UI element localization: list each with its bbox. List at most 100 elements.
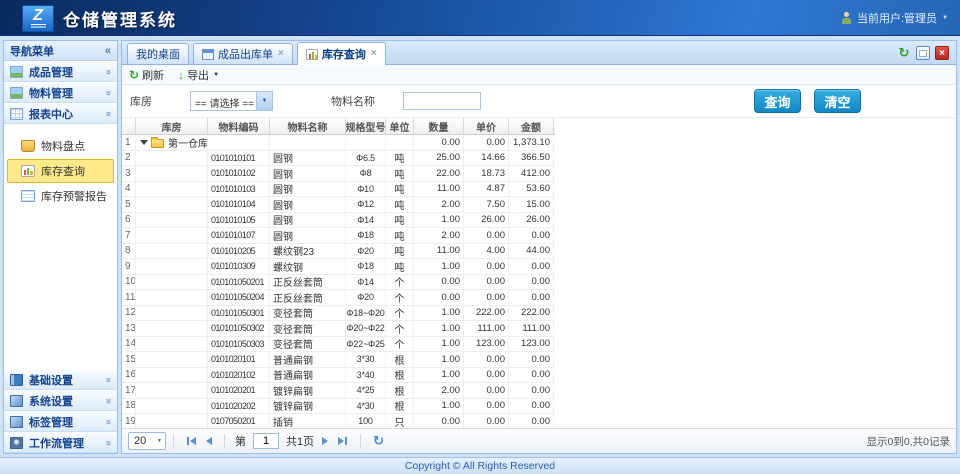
column-header-spec[interactable]: 规格型号 <box>346 118 386 134</box>
table-row[interactable]: 40101010103圆钢Φ10吨11.004.8753.60 <box>122 182 555 198</box>
column-header-warehouse[interactable]: 库房 <box>136 118 208 134</box>
refresh-panel-icon[interactable]: ↻ <box>897 46 911 60</box>
table-row[interactable]: 160101020102普通扁钢3*40根1.000.000.00 <box>122 368 555 384</box>
cell-amount: 222.00 <box>509 306 554 321</box>
table-row[interactable]: 150101020101普通扁钢3*30根1.000.000.00 <box>122 352 555 368</box>
page-body: 导航菜单 « 成品管理 » 物料管理 » 报表中心 « 物 <box>0 36 960 457</box>
sidebar-section-label-mgmt[interactable]: 标签管理 » <box>4 411 117 432</box>
next-page-button[interactable] <box>322 437 328 445</box>
sidebar-section-report-center[interactable]: 报表中心 « <box>4 103 117 124</box>
table-row[interactable]: 10010101050201正反丝套筒Φ14个0.000.000.00 <box>122 275 555 291</box>
collapse-sidebar-icon[interactable]: « <box>105 46 111 56</box>
cell-code: 0101010107 <box>208 228 270 243</box>
tab-product-outbound[interactable]: 成品出库单 × <box>193 43 293 64</box>
table-row[interactable]: 180101020202镀锌扁钢4*30根1.000.000.00 <box>122 399 555 415</box>
table-row[interactable]: 90101010309螺纹钢Φ18吨1.000.000.00 <box>122 259 555 275</box>
sidebar-section-product-mgmt[interactable]: 成品管理 » <box>4 61 117 82</box>
table-row[interactable]: 170101020201镀锌扁钢4*25根2.000.000.00 <box>122 383 555 399</box>
window-controls: ↻ × <box>897 46 949 60</box>
refresh-button[interactable]: ↻ 刷新 <box>129 67 164 83</box>
cell-unit: 根 <box>386 352 414 367</box>
column-header-material-code[interactable]: 物料编码 <box>208 118 270 134</box>
page-number-input[interactable] <box>253 433 279 449</box>
maximize-icon[interactable] <box>916 46 930 60</box>
sidebar-section-workflow-mgmt[interactable]: 工作流管理 » <box>4 432 117 453</box>
cell-num: 3 <box>122 166 136 181</box>
clear-button[interactable]: 清空 <box>814 89 861 113</box>
cell-code: 0101020201 <box>208 383 270 398</box>
section-label: 工作流管理 <box>29 435 84 451</box>
table-row[interactable]: 11010101050204正反丝套筒Φ20个0.000.000.00 <box>122 290 555 306</box>
cell-qty: 0.00 <box>414 135 464 150</box>
cell-unit: 吨 <box>386 166 414 181</box>
table-row[interactable]: 12010101050301变径套筒Φ18~Φ20个1.00222.00222.… <box>122 306 555 322</box>
column-header-material-name[interactable]: 物料名称 <box>270 118 346 134</box>
sidebar-item-inventory-query[interactable]: 库存查询 <box>7 159 114 183</box>
tree-expand-icon[interactable] <box>140 140 148 145</box>
pager-refresh-icon[interactable]: ↻ <box>373 433 384 449</box>
column-header-amount[interactable]: 金额 <box>509 118 554 134</box>
prev-page-button[interactable] <box>206 437 212 445</box>
tab-my-desktop[interactable]: 我的桌面 <box>127 43 189 64</box>
table-row[interactable]: 80101010205螺纹钢23Φ20吨11.004.0044.00 <box>122 244 555 260</box>
table-row[interactable]: 60101010105圆钢Φ14吨1.0026.0026.00 <box>122 213 555 229</box>
table-row[interactable]: 14010101050303变径套筒Φ22~Φ25个1.00123.00123.… <box>122 337 555 353</box>
current-user-menu[interactable]: 当前用户:管理员 ▼ <box>841 10 948 26</box>
cell-spec: Φ10 <box>346 182 386 197</box>
column-header-unit[interactable]: 单位 <box>386 118 414 134</box>
label-mgmt-icon <box>10 416 23 428</box>
cell-qty: 1.00 <box>414 337 464 352</box>
cell-price: 0.00 <box>464 290 509 305</box>
cell-qty: 0.00 <box>414 414 464 428</box>
select-dropdown-button[interactable]: ▼ <box>256 92 272 110</box>
column-header-quantity[interactable]: 数量 <box>414 118 464 134</box>
cell-spec: Φ18 <box>346 228 386 243</box>
cell-qty: 1.00 <box>414 259 464 274</box>
cell-price: 0.00 <box>464 135 509 150</box>
sidebar-item-inventory-alert-report[interactable]: 库存预警报告 <box>7 184 114 208</box>
cell-wh <box>136 197 208 212</box>
cell-unit: 吨 <box>386 259 414 274</box>
table-row[interactable]: 13010101050302变径套筒Φ20~Φ22个1.00111.00111.… <box>122 321 555 337</box>
table-row[interactable]: 50101010104圆钢Φ12吨2.007.5015.00 <box>122 197 555 213</box>
cell-price: 0.00 <box>464 383 509 398</box>
sidebar-section-material-mgmt[interactable]: 物料管理 » <box>4 82 117 103</box>
column-header-unit-price[interactable]: 单价 <box>464 118 509 134</box>
export-button[interactable]: ↓ 导出 ▼ <box>178 67 219 83</box>
divider <box>224 434 225 449</box>
caret-down-icon: ▼ <box>262 98 268 104</box>
cell-price: 0.00 <box>464 259 509 274</box>
cell-code: 0101020202 <box>208 399 270 414</box>
cell-num: 4 <box>122 182 136 197</box>
chevron-down-icon: » <box>104 90 112 96</box>
first-page-button[interactable] <box>186 437 196 445</box>
tree-group-row[interactable]: 1 第一仓库 0.00 0.00 1,373.10 <box>122 135 555 151</box>
table-row[interactable]: 30101010102圆钢Φ8吨22.0018.73412.00 <box>122 166 555 182</box>
refresh-icon: ↻ <box>129 69 139 81</box>
cell-unit: 个 <box>386 275 414 290</box>
close-panel-icon[interactable]: × <box>935 46 949 60</box>
table-row[interactable]: 190107050201插销100只0.000.000.00 <box>122 414 555 428</box>
cell-qty: 1.00 <box>414 368 464 383</box>
cell-wh <box>136 383 208 398</box>
material-name-input[interactable] <box>403 92 481 110</box>
tab-inventory-query[interactable]: 库存查询 × <box>297 42 386 65</box>
cell-spec: 4*25 <box>346 383 386 398</box>
page-size-select[interactable]: 20 ▼ <box>128 432 166 450</box>
last-page-button[interactable] <box>338 437 348 445</box>
sidebar-section-basic-settings[interactable]: 基础设置 » <box>4 369 117 390</box>
cell-amount: 0.00 <box>509 368 554 383</box>
close-tab-icon[interactable]: × <box>278 49 284 59</box>
warehouse-select[interactable]: == 请选择 == ▼ <box>190 91 273 111</box>
sidebar-section-system-settings[interactable]: 系统设置 » <box>4 390 117 411</box>
table-row[interactable]: 20101010101圆钢Φ6.5吨25.0014.66366.50 <box>122 151 555 167</box>
cell-num: 13 <box>122 321 136 336</box>
cell-amount: 15.00 <box>509 197 554 212</box>
cell-wh <box>136 213 208 228</box>
cell-num: 10 <box>122 275 136 290</box>
sidebar-item-material-stocktake[interactable]: 物料盘点 <box>7 134 114 158</box>
table-row[interactable]: 70101010107圆钢Φ18吨2.000.000.00 <box>122 228 555 244</box>
close-tab-icon[interactable]: × <box>371 49 377 59</box>
query-button[interactable]: 查询 <box>754 89 801 113</box>
cell-wh <box>136 352 208 367</box>
